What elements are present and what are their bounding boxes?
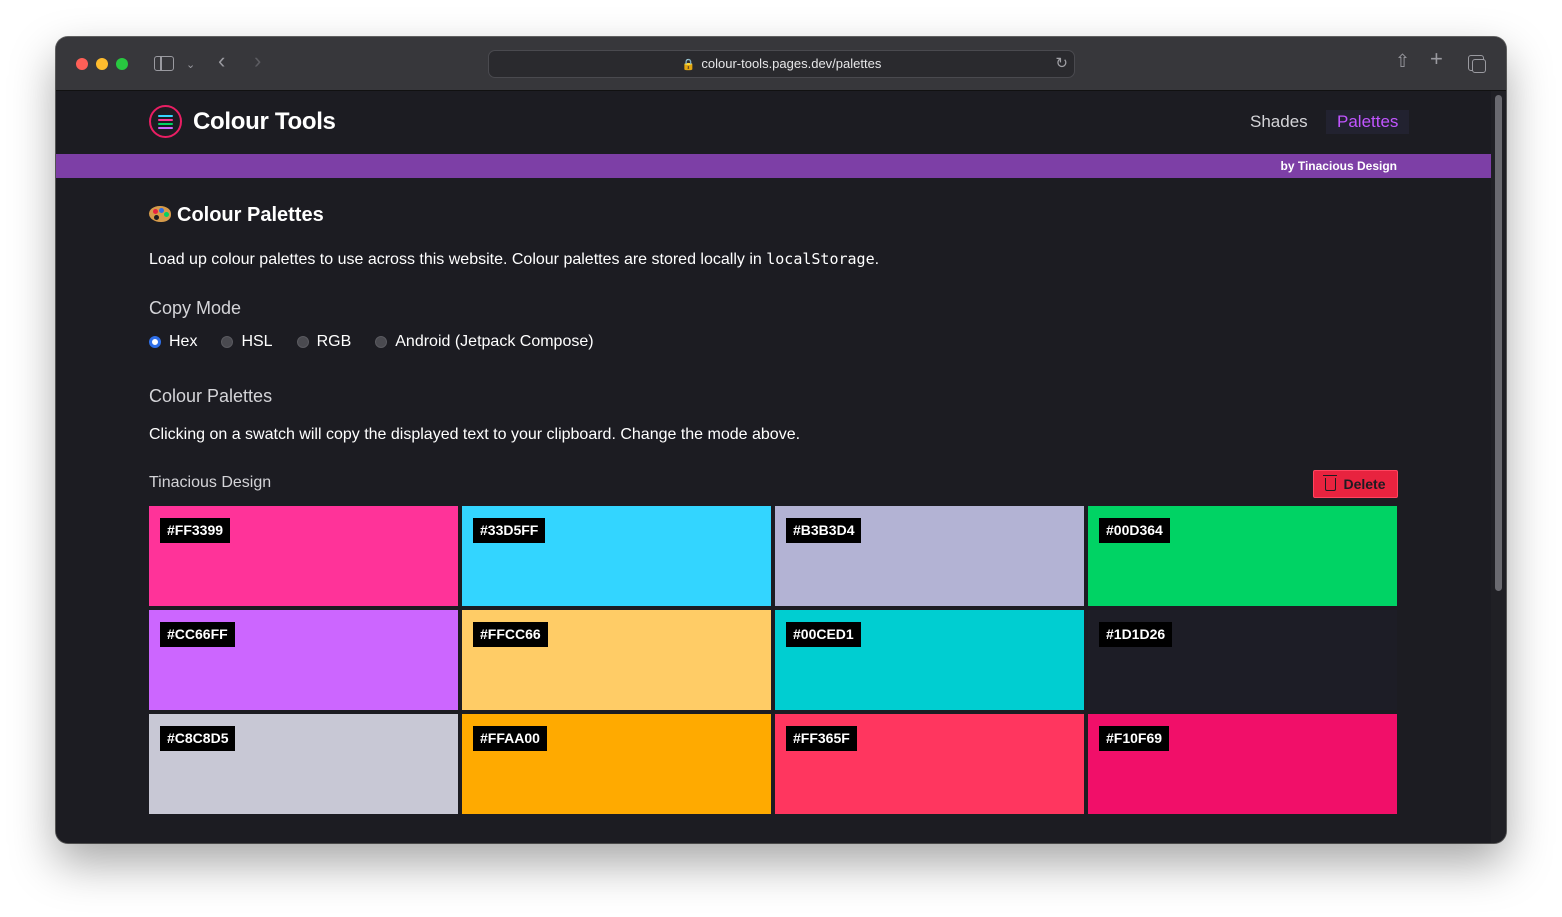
swatch-label: #1D1D26 bbox=[1099, 622, 1173, 647]
swatch-label: #00CED1 bbox=[786, 622, 861, 647]
radio-hex[interactable]: Hex bbox=[149, 333, 197, 351]
share-icon[interactable]: ⇧ bbox=[1395, 52, 1410, 70]
radio-button[interactable] bbox=[296, 336, 309, 348]
page-scrollbar[interactable] bbox=[1491, 91, 1506, 843]
new-tab-icon[interactable]: + bbox=[1430, 48, 1443, 70]
site-header: Colour Tools Shades Palettes bbox=[56, 91, 1491, 154]
delete-palette-button[interactable]: Delete bbox=[1313, 470, 1398, 498]
help-text: Clicking on a swatch will copy the displ… bbox=[149, 426, 801, 443]
radio-android-compose[interactable]: Android (Jetpack Compose) bbox=[375, 333, 594, 351]
reload-icon[interactable]: ↻ bbox=[1055, 51, 1068, 77]
colour-swatch[interactable]: #B3B3D4 bbox=[775, 506, 1084, 606]
swatch-label: #FF365F bbox=[786, 726, 857, 751]
radio-button-checked[interactable] bbox=[149, 336, 161, 348]
radio-hsl[interactable]: HSL bbox=[221, 333, 273, 351]
swatch-label: #C8C8D5 bbox=[160, 726, 236, 751]
colour-swatch[interactable]: #1D1D26 bbox=[1088, 610, 1397, 710]
colour-swatch[interactable]: #CC66FF bbox=[149, 610, 458, 710]
copy-mode-heading: Copy Mode bbox=[149, 298, 242, 318]
byline-text[interactable]: by Tinacious Design bbox=[1281, 159, 1397, 173]
page-viewport: Colour Tools Shades Palettes by Tinaciou… bbox=[56, 91, 1491, 843]
sidebar-toggle-icon[interactable] bbox=[154, 56, 174, 71]
swatch-label: #00D364 bbox=[1099, 518, 1170, 543]
colour-palettes-heading: Colour Palettes bbox=[149, 386, 273, 406]
zoom-window-button[interactable] bbox=[116, 58, 128, 70]
tab-overview-icon[interactable] bbox=[1468, 55, 1486, 73]
radio-button[interactable] bbox=[221, 336, 234, 348]
chevron-down-icon[interactable]: ⌄ bbox=[186, 57, 195, 73]
radio-button[interactable] bbox=[375, 336, 388, 348]
swatch-label: #FFAA00 bbox=[473, 726, 547, 751]
page-title: Colour Palettes bbox=[149, 204, 324, 227]
swatch-label: #CC66FF bbox=[160, 622, 235, 647]
colour-swatch[interactable]: #FFCC66 bbox=[462, 610, 771, 710]
artist-palette-icon bbox=[149, 205, 171, 223]
colour-swatch[interactable]: #FF3399 bbox=[149, 506, 458, 606]
browser-window: ⌄ ‹ › 🔒 colour-tools.pages.dev/palettes ↻… bbox=[56, 37, 1506, 843]
swatch-label: #F10F69 bbox=[1099, 726, 1170, 751]
back-arrow-icon[interactable]: ‹ bbox=[218, 50, 225, 72]
swatch-label: #B3B3D4 bbox=[786, 518, 862, 543]
swatch-label: #FFCC66 bbox=[473, 622, 548, 647]
swatch-grid: #FF3399 #33D5FF #B3B3D4 #00D364 #CC66FF #FFCC… bbox=[149, 506, 1398, 814]
address-bar[interactable]: 🔒 colour-tools.pages.dev/palettes ↻ bbox=[488, 50, 1075, 78]
colour-tools-logo-icon[interactable] bbox=[149, 105, 182, 138]
trash-icon bbox=[1323, 474, 1338, 491]
swatch-label: #FF3399 bbox=[160, 518, 231, 543]
colour-swatch[interactable]: #F10F69 bbox=[1088, 714, 1397, 814]
colour-swatch[interactable]: #FF365F bbox=[775, 714, 1084, 814]
copy-mode-radio-group: Hex HSL RGB Android (Jetpack Compose) bbox=[149, 333, 618, 351]
colour-swatch[interactable]: #C8C8D5 bbox=[149, 714, 458, 814]
byline-bar: by Tinacious Design bbox=[56, 154, 1491, 178]
colour-swatch[interactable]: #00CED1 bbox=[775, 610, 1084, 710]
palette-name: Tinacious Design bbox=[149, 474, 272, 491]
page-title-text: Colour Palettes bbox=[177, 204, 324, 226]
colour-swatch[interactable]: #00D364 bbox=[1088, 506, 1397, 606]
browser-toolbar: ⌄ ‹ › 🔒 colour-tools.pages.dev/palettes ↻… bbox=[56, 37, 1506, 91]
site-brand[interactable]: Colour Tools bbox=[193, 108, 336, 136]
scrollbar-thumb[interactable] bbox=[1495, 95, 1502, 591]
lock-icon: 🔒 bbox=[681, 59, 696, 71]
radio-rgb[interactable]: RGB bbox=[296, 333, 351, 351]
minimize-window-button[interactable] bbox=[96, 58, 108, 70]
nav-link-shades[interactable]: Shades bbox=[1250, 112, 1308, 132]
url-text: colour-tools.pages.dev/palettes bbox=[701, 56, 882, 71]
nav-link-palettes[interactable]: Palettes bbox=[1326, 110, 1410, 134]
close-window-button[interactable] bbox=[76, 58, 88, 70]
localstorage-code: localStorage bbox=[766, 250, 875, 268]
swatch-label: #33D5FF bbox=[473, 518, 546, 543]
colour-swatch[interactable]: #FFAA00 bbox=[462, 714, 771, 814]
forward-arrow-icon[interactable]: › bbox=[254, 50, 261, 72]
intro-text: Load up colour palettes to use across th… bbox=[149, 250, 880, 268]
colour-swatch[interactable]: #33D5FF bbox=[462, 506, 771, 606]
